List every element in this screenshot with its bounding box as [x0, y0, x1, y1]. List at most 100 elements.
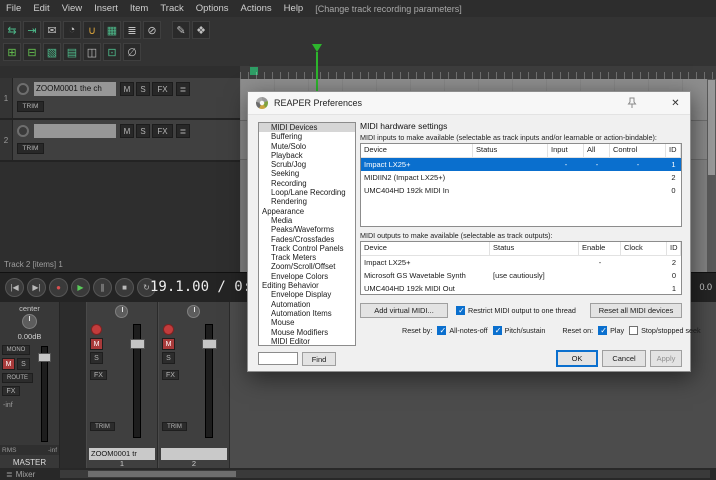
ok-button[interactable]: OK — [556, 350, 598, 367]
fader-handle[interactable] — [202, 339, 217, 349]
column-header[interactable]: ID — [667, 242, 681, 255]
toolbar-icon[interactable]: ⇆ — [3, 21, 21, 39]
close-icon[interactable]: ✕ — [668, 96, 683, 110]
column-header[interactable]: Input — [548, 144, 584, 157]
transport-button[interactable]: ▶ — [71, 278, 90, 297]
column-header[interactable]: Status — [490, 242, 579, 255]
trim-button[interactable]: TRIM — [162, 422, 187, 431]
horizontal-scrollbar[interactable] — [60, 470, 710, 478]
midi-inputs-table[interactable]: Device Status Input All Control ID Impac… — [360, 143, 682, 227]
toolbar-icon[interactable]: ◫ — [83, 43, 101, 61]
solo-button[interactable]: S — [136, 124, 150, 138]
mute-button[interactable]: M — [120, 124, 134, 138]
fader-handle[interactable] — [130, 339, 145, 349]
cancel-button[interactable]: Cancel — [602, 350, 646, 367]
volume-fader[interactable] — [130, 324, 145, 438]
fx-button[interactable]: FX — [2, 386, 20, 396]
toolbar-icon[interactable]: ⊟ — [23, 43, 41, 61]
restrict-checkbox[interactable] — [456, 306, 466, 315]
category-item[interactable]: Scrub/Jog — [259, 160, 355, 169]
mixer-strip[interactable]: M S FX TRIM ZOOM0001 tr 1 — [86, 302, 158, 468]
category-item[interactable]: Editing Behavior — [259, 281, 355, 290]
category-item[interactable]: Rendering — [259, 197, 355, 206]
pitch-sustain-checkbox[interactable] — [492, 326, 503, 336]
column-header[interactable]: ID — [666, 144, 681, 157]
volume-fader[interactable] — [38, 346, 51, 442]
menu-item[interactable]: View — [56, 3, 88, 14]
midi-outputs-table[interactable]: Device Status Enable Clock ID Impact LX2… — [360, 241, 682, 295]
menu-item[interactable]: Help — [278, 3, 310, 14]
table-row[interactable]: Impact LX25+ - 2 — [361, 256, 681, 269]
master-strip[interactable]: center 0.00dB MONO M S ROUTE FX -inf RMS… — [0, 302, 60, 468]
category-item[interactable]: Playback — [259, 151, 355, 160]
menu-item[interactable]: Track — [154, 3, 189, 14]
find-input[interactable] — [258, 352, 298, 365]
toolbar-icon[interactable]: ∪ — [83, 21, 101, 39]
apply-button[interactable]: Apply — [650, 350, 682, 367]
record-arm-button[interactable] — [17, 83, 29, 95]
column-header[interactable]: Enable — [579, 242, 621, 255]
fx-button[interactable]: FX — [152, 82, 173, 96]
mute-button[interactable]: M — [2, 358, 15, 370]
scrollbar-thumb[interactable] — [88, 471, 236, 477]
menu-item[interactable]: Item — [124, 3, 154, 14]
toolbar-icon[interactable]: ✉ — [43, 21, 61, 39]
mute-button[interactable]: M — [90, 338, 103, 350]
toolbar-icon[interactable]: ▧ — [43, 43, 61, 61]
solo-button[interactable]: S — [136, 82, 150, 96]
category-item[interactable]: Peaks/Waveforms — [259, 225, 355, 234]
toolbar-icon[interactable]: ⇥ — [23, 21, 41, 39]
marker-icon[interactable] — [250, 67, 258, 75]
trim-button[interactable]: TRIM — [17, 143, 44, 154]
column-header[interactable]: All — [584, 144, 610, 157]
transport-button[interactable]: |◀ — [5, 278, 24, 297]
docker-tab-mixer[interactable]: Mixer — [2, 468, 39, 480]
track-header[interactable]: 1 ZOOM0001 the ch M S FX TRIM — [0, 78, 240, 120]
category-item[interactable]: MIDI Editor — [259, 337, 355, 345]
transport-button[interactable]: ● — [49, 278, 68, 297]
stop-seek-checkbox[interactable] — [629, 326, 639, 335]
category-item[interactable]: Loop/Lane Recording — [259, 188, 355, 197]
scrollbar-thumb[interactable] — [708, 80, 715, 175]
solo-button[interactable]: S — [17, 358, 30, 370]
table-row[interactable]: UMC404HD 192k MIDI Out 1 — [361, 282, 681, 294]
mute-button[interactable]: M — [162, 338, 175, 350]
toolbar-icon[interactable]: ❖ — [192, 21, 210, 39]
record-arm-button[interactable] — [17, 125, 29, 137]
mono-button[interactable]: MONO — [2, 345, 30, 355]
category-item[interactable]: Buffering — [259, 132, 355, 141]
category-item[interactable]: Mouse Modifiers — [259, 328, 355, 337]
toolbar-icon[interactable]: ⊡ — [103, 43, 121, 61]
category-item[interactable]: Fades/Crossfades — [259, 235, 355, 244]
toolbar-icon[interactable]: ⊘ — [143, 21, 161, 39]
category-item[interactable]: Automation — [259, 300, 355, 309]
play-checkbox[interactable] — [598, 326, 608, 336]
transport-button[interactable]: ∥ — [93, 278, 112, 297]
table-row[interactable]: MIDIIN2 (Impact LX25+) 2 — [361, 171, 681, 184]
menu-item[interactable]: Options — [190, 3, 235, 14]
column-header[interactable]: Device — [361, 242, 490, 255]
track-name-field[interactable] — [34, 124, 116, 138]
pan-knob[interactable] — [115, 305, 128, 318]
category-item[interactable]: Mute/Solo — [259, 142, 355, 151]
dialog-titlebar[interactable]: REAPER Preferences ✕ — [248, 92, 690, 115]
vertical-scrollbar[interactable] — [707, 79, 716, 272]
mute-button[interactable]: M — [120, 82, 134, 96]
env-icon[interactable] — [176, 124, 190, 138]
menu-item[interactable]: Edit — [27, 3, 55, 14]
track-panel-area[interactable]: 1 ZOOM0001 the ch M S FX TRIM 2 M S FX — [0, 66, 240, 272]
pan-knob[interactable] — [187, 305, 200, 318]
menu-item[interactable]: File — [0, 3, 27, 14]
all-notes-off-checkbox[interactable] — [437, 326, 447, 336]
volume-fader[interactable] — [202, 324, 217, 438]
solo-button[interactable]: S — [162, 352, 175, 364]
fx-button[interactable]: FX — [90, 370, 107, 380]
menu-item[interactable]: Actions — [235, 3, 278, 14]
track-header[interactable]: 2 M S FX TRIM — [0, 120, 240, 162]
category-item[interactable]: MIDI Devices — [259, 123, 355, 133]
column-header[interactable]: Status — [473, 144, 548, 157]
record-arm-button[interactable] — [91, 324, 102, 335]
reset-all-midi-button[interactable]: Reset all MIDI devices — [590, 303, 682, 318]
trim-button[interactable]: TRIM — [17, 101, 44, 112]
table-row[interactable]: UMC404HD 192k MIDI In 0 — [361, 184, 681, 197]
